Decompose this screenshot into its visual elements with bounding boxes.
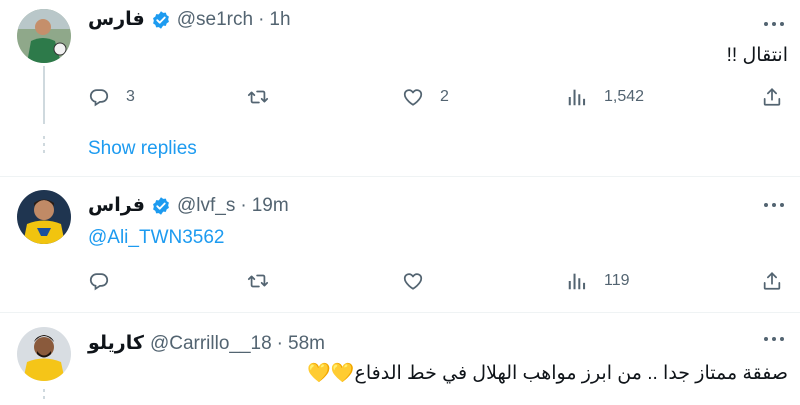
separator: · <box>276 332 283 354</box>
retweet-button[interactable] <box>247 266 269 296</box>
handle[interactable]: @se1rch <box>177 9 253 31</box>
like-icon <box>402 86 424 108</box>
views-button[interactable]: 1,542 <box>566 82 644 112</box>
retweet-button[interactable] <box>247 82 269 112</box>
more-icon[interactable] <box>762 16 786 32</box>
display-name[interactable]: فراس <box>88 194 145 217</box>
like-icon <box>402 270 424 292</box>
handle[interactable]: @lvf_s <box>177 195 235 217</box>
reply-icon <box>88 86 110 108</box>
reply-button[interactable]: 3 <box>88 82 135 112</box>
reply-button[interactable] <box>88 266 110 296</box>
thread-line <box>43 66 45 124</box>
handle[interactable]: @Carrillo__18 <box>150 333 272 355</box>
tweet-text: انتقال !! <box>726 45 788 66</box>
views-icon <box>566 86 588 108</box>
display-name[interactable]: فارس <box>88 8 145 31</box>
thread-dots <box>43 389 45 403</box>
timestamp[interactable]: 1h <box>269 9 290 31</box>
tweet-text: صفقة ممتاز جدا .. من ابرز مواهب الهلال ف… <box>307 363 788 384</box>
verified-badge-icon <box>151 196 171 216</box>
tweet-actions: 119 <box>88 266 788 296</box>
share-icon <box>761 86 783 108</box>
tweet-header: كاريلو @Carrillo__18 · 58m <box>88 332 325 355</box>
reply-icon <box>88 270 110 292</box>
like-count: 2 <box>440 88 449 105</box>
verified-badge-icon <box>151 10 171 30</box>
share-button[interactable] <box>761 266 783 296</box>
retweet-icon <box>247 86 269 108</box>
tweet-actions: 3 2 1,542 <box>88 82 788 112</box>
show-replies-link[interactable]: Show replies <box>88 138 197 160</box>
more-icon[interactable] <box>762 331 786 347</box>
timestamp[interactable]: 19m <box>252 195 289 217</box>
tweet-header: فارس @se1rch · 1h <box>88 8 291 31</box>
reply-count: 3 <box>126 88 135 105</box>
avatar[interactable] <box>17 327 71 381</box>
retweet-icon <box>247 270 269 292</box>
display-name[interactable]: كاريلو <box>88 332 144 355</box>
more-icon[interactable] <box>762 197 786 213</box>
tweet-1[interactable]: فارس @se1rch · 1h انتقال !! 3 2 1,542 Sh… <box>0 0 800 175</box>
like-button[interactable]: 2 <box>402 82 449 112</box>
mention-link[interactable]: @Ali_TWN3562 <box>88 227 225 249</box>
avatar[interactable] <box>17 9 71 63</box>
separator: · <box>240 194 247 216</box>
tweet-header: فراس @lvf_s · 19m <box>88 194 289 217</box>
timestamp[interactable]: 58m <box>288 333 325 355</box>
views-button[interactable]: 119 <box>566 266 630 296</box>
share-button[interactable] <box>761 82 783 112</box>
separator: · <box>258 8 265 30</box>
share-icon <box>761 270 783 292</box>
avatar[interactable] <box>17 190 71 244</box>
thread-dots <box>43 136 45 160</box>
tweet-2[interactable]: فراس @lvf_s · 19m @Ali_TWN3562 119 <box>0 176 800 312</box>
views-count: 1,542 <box>604 88 645 105</box>
tweet-3[interactable]: كاريلو @Carrillo__18 · 58m صفقة ممتاز جد… <box>0 312 800 405</box>
views-count: 119 <box>604 272 630 289</box>
views-icon <box>566 270 588 292</box>
like-button[interactable] <box>402 266 424 296</box>
